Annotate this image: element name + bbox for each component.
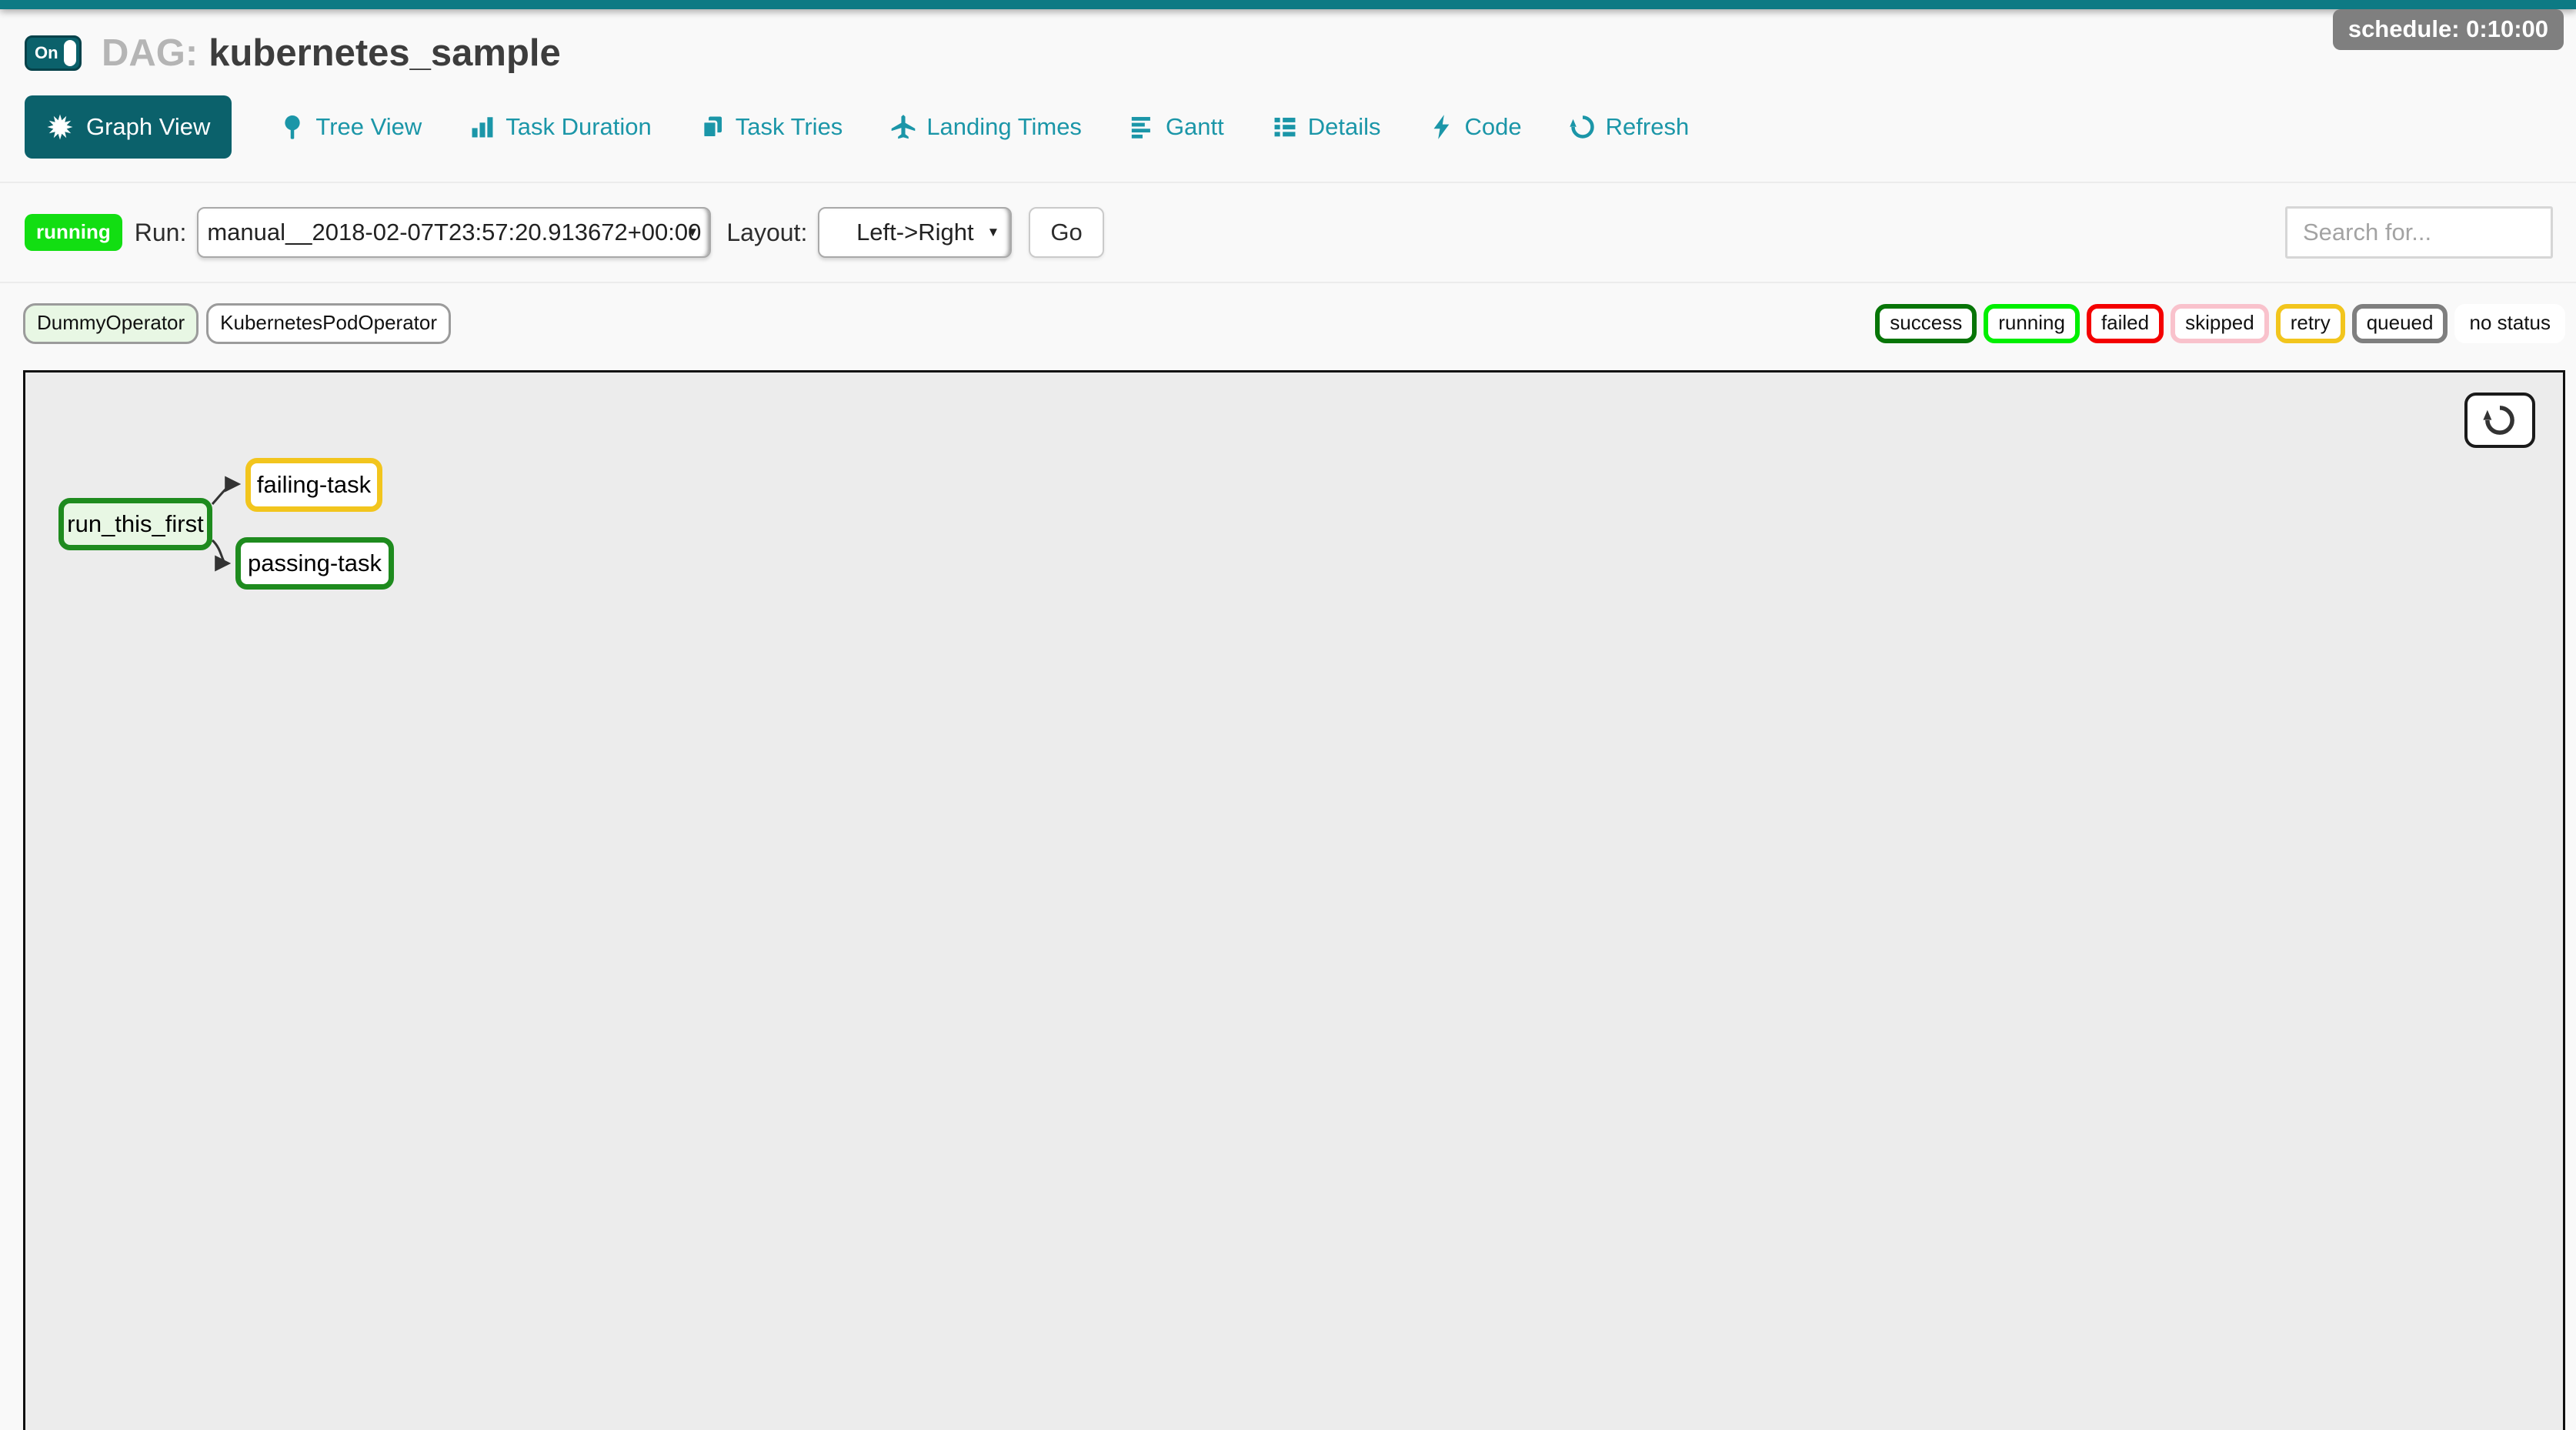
run-select-value: manual__2018-02-07T23:57:20.913672+00:00 [207,219,701,246]
run-label: Run: [135,219,187,247]
tab-label: Task Duration [506,113,652,141]
graph-refresh-button[interactable] [2464,393,2535,448]
tab-label: Refresh [1606,113,1690,141]
bar-chart-icon [469,114,496,140]
tab-label: Graph View [86,113,210,141]
task-node-failing-task[interactable]: failing-task [245,458,382,512]
copies-icon [699,114,726,140]
status-badge-running: running [1984,304,2080,343]
toggle-knob [64,40,76,66]
dag-prefix-label: DAG: [102,32,198,74]
sunburst-icon [46,113,74,141]
run-controls: running Run: manual__2018-02-07T23:57:20… [25,206,2553,259]
tab-label: Task Tries [736,113,843,141]
legend-row: DummyOperator KubernetesPodOperator succ… [23,303,2565,344]
go-button[interactable]: Go [1029,207,1103,258]
status-badge-queued: queued [2352,304,2448,343]
divider-top [0,182,2576,183]
tab-label: Code [1465,113,1522,141]
page-title: DAG: kubernetes_sample [102,32,561,75]
tab-task-duration[interactable]: Task Duration [469,113,652,141]
refresh-icon [2483,403,2517,437]
layout-select-value: Left->Right [856,219,974,246]
chevron-down-icon: ▼ [987,225,1000,240]
tab-landing-times[interactable]: Landing Times [890,113,1082,141]
tab-task-tries[interactable]: Task Tries [699,113,843,141]
dag-run-status-badge: running [25,214,122,251]
tab-label: Landing Times [926,113,1082,141]
status-badge-no-status: no status [2454,304,2565,343]
layout-label: Layout: [726,219,807,247]
task-node-passing-task[interactable]: passing-task [235,537,394,590]
status-badge-skipped: skipped [2171,304,2269,343]
status-badge-retry: retry [2276,304,2345,343]
dag-pause-toggle[interactable]: On [25,35,82,71]
chevron-down-icon: ▼ [686,225,699,240]
tab-label: Tree View [315,113,422,141]
run-select[interactable]: manual__2018-02-07T23:57:20.913672+00:00… [197,207,711,258]
operator-badge-dummy: DummyOperator [23,303,199,344]
dag-graph-canvas[interactable]: run_this_first failing-task passing-task [23,370,2565,1430]
schedule-badge: schedule: 0:10:00 [2333,9,2564,50]
tab-gantt[interactable]: Gantt [1130,113,1224,141]
status-badge-failed: failed [2087,304,2164,343]
search-input[interactable] [2285,206,2553,259]
tab-graph-view[interactable]: Graph View [25,95,232,159]
top-navbar [0,0,2576,9]
tab-refresh[interactable]: Refresh [1570,113,1690,141]
tree-icon [279,114,305,140]
bolt-icon [1429,114,1455,140]
status-legend: success running failed skipped retry que… [1868,304,2565,343]
list-icon [1272,114,1298,140]
plane-icon [890,114,916,140]
edge-run-this-first-to-passing-task [212,540,228,563]
view-nav: Graph View Tree View Task Duration Task … [25,95,2551,159]
tab-label: Details [1308,113,1381,141]
status-badge-success: success [1875,304,1977,343]
page-header: On DAG: kubernetes_sample [25,29,2551,77]
operator-badge-kubernetespod: KubernetesPodOperator [206,303,451,344]
gantt-bars-icon [1130,114,1156,140]
toggle-on-label: On [35,43,58,63]
tab-code[interactable]: Code [1429,113,1522,141]
dag-name: kubernetes_sample [209,32,561,74]
task-node-run-this-first[interactable]: run_this_first [58,498,212,550]
edge-run-this-first-to-failing-task [212,484,238,504]
tab-label: Gantt [1166,113,1224,141]
tab-tree-view[interactable]: Tree View [279,113,422,141]
refresh-icon [1570,114,1596,140]
layout-select[interactable]: Left->Right ▼ [818,207,1012,258]
tab-details[interactable]: Details [1272,113,1381,141]
divider-bottom [0,282,2576,283]
